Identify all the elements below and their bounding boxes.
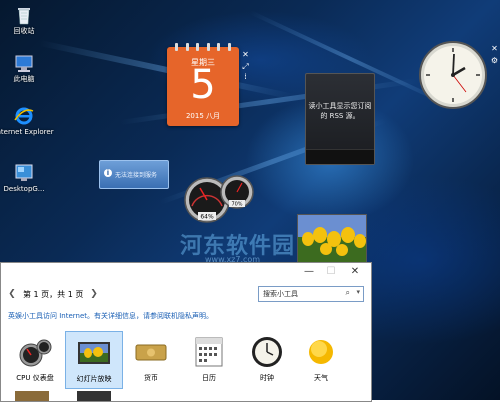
gadget-currency[interactable]: 货币 (123, 331, 179, 387)
cpu-meter-gadget[interactable]: 64% 70% (182, 172, 256, 224)
options-icon[interactable]: ⚙ (490, 56, 499, 66)
gadget-slideshow[interactable]: 幻灯片放映 (65, 331, 123, 389)
desktop-icon-computer[interactable]: 此电脑 (2, 52, 46, 84)
desktop-icon-label: 回收站 (13, 27, 35, 35)
gadget-weather[interactable]: 天气 (293, 331, 349, 387)
gadget-clock[interactable]: 时钟 (239, 331, 295, 387)
online-privacy-link[interactable]: 英娱小工具访问 Internet。有关详细信息，请参阅联机隐私声明。 (8, 311, 213, 321)
desktop-icon-label: 此电脑 (13, 75, 35, 83)
drag-handle-icon[interactable]: ⁞ (241, 72, 250, 82)
calendar-day: 5 (190, 62, 216, 108)
gadget-label: CPU 仪表盘 (16, 374, 54, 382)
calendar-gadget[interactable]: 星期三 5 2015 八月 (167, 43, 239, 126)
gadget-label: 天气 (314, 374, 328, 382)
currency-icon (135, 344, 167, 361)
desktop-icon-label: DesktopG... (3, 185, 45, 193)
slideshow-icon (78, 342, 110, 364)
chevron-down-icon[interactable]: ▾ (356, 288, 360, 296)
info-icon: i (104, 169, 112, 177)
search-icon[interactable]: ⌕ (346, 288, 350, 298)
connection-notice[interactable]: i 无法连接到服务 (99, 160, 169, 189)
calendar-year-month: 2015 八月 (185, 112, 221, 120)
desktop-icon-recycle-bin[interactable]: 回收站 (2, 4, 46, 36)
desktop-icon-gadgets[interactable]: DesktopG... (2, 162, 46, 194)
maximize-button[interactable]: ☐ (321, 265, 341, 279)
gadget-label: 货币 (144, 374, 158, 382)
tulips-photo (298, 215, 366, 265)
title-bar: — ☐ ✕ (1, 263, 371, 281)
ie-icon (14, 107, 34, 125)
gadget-label: 日历 (202, 374, 216, 382)
slideshow-gadget[interactable] (297, 214, 367, 266)
search-input[interactable]: 搜索小工具 ⌕ ▾ (258, 286, 364, 302)
memory-value: 70% (231, 202, 242, 208)
gadget-cpu-meter[interactable]: CPU 仪表盘 (7, 331, 63, 387)
close-button[interactable]: ✕ (345, 265, 365, 279)
prev-page-button[interactable]: ❮ (5, 287, 19, 301)
gadget-label: 幻灯片放映 (76, 375, 112, 383)
page-indicator: 第 1 页，共 1 页 (23, 290, 84, 299)
cpu-value: 64% (200, 214, 214, 221)
search-placeholder: 搜索小工具 (263, 290, 298, 298)
close-icon[interactable]: ✕ (241, 50, 250, 60)
recycle-bin-icon (18, 8, 30, 25)
cpu-meter-icon (19, 339, 52, 367)
notice-text: 无法连接到服务 (115, 172, 158, 179)
rss-message: 读小工具显示您订阅的 RSS 源。 (308, 102, 372, 120)
clock-icon (252, 337, 282, 367)
resize-icon[interactable]: ⤢ (241, 62, 250, 72)
weather-icon (309, 340, 333, 364)
gadget-calendar[interactable]: 日历 (181, 331, 237, 387)
desktop-icon-label: Internet Explorer (0, 128, 54, 136)
clock-gadget[interactable] (418, 40, 488, 110)
rss-gadget[interactable]: 读小工具显示您订阅的 RSS 源。 (305, 73, 375, 165)
calendar-rings (175, 43, 231, 51)
gadget-gallery-window: — ☐ ✕ ❮ 第 1 页，共 1 页 ❯ 搜索小工具 ⌕ ▾ 英娱小工具访问 … (0, 262, 372, 402)
desktop-icon-ie[interactable]: Internet Explorer (0, 105, 54, 137)
next-page-button[interactable]: ❯ (87, 287, 101, 301)
calendar-icon (195, 337, 223, 367)
rss-footer (306, 149, 374, 164)
computer-icon (15, 55, 33, 72)
gadget-label: 时钟 (260, 374, 274, 382)
desktop-gadgets-icon (15, 164, 33, 181)
close-icon[interactable]: ✕ (490, 44, 499, 54)
minimize-button[interactable]: — (299, 265, 319, 279)
toolbar: ❮ 第 1 页，共 1 页 ❯ 搜索小工具 ⌕ ▾ (1, 284, 371, 304)
